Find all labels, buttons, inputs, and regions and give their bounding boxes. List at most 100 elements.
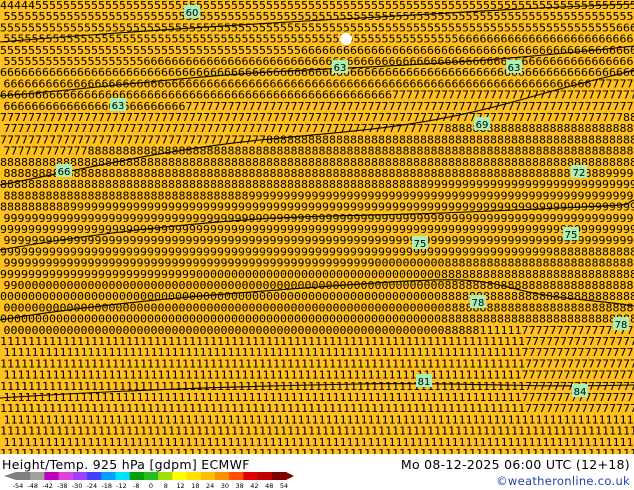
svg-text:66: 66 <box>58 167 71 178</box>
colorbar-box <box>200 472 216 480</box>
svg-text:75: 75 <box>414 239 427 250</box>
contour-label: 75 <box>563 227 579 241</box>
colorbar-tick-label: -54 <box>13 482 24 490</box>
digit-row: 0000000000000000000000000000000000000000… <box>4 302 634 314</box>
color-scale-tick-labels: -54 -48 -42 -38 -30 -24 -18 -12 -8 0 8 12 18 24 30 38 42… <box>13 482 288 490</box>
digit-row: 1111111111111111111111111111111111111111… <box>4 414 634 426</box>
colorbar-box <box>158 472 173 480</box>
digit-row: 9999999999999999999999999999999999999999… <box>4 235 634 247</box>
digit-row: 1111111111111111111111111111111111111111… <box>0 381 634 393</box>
digit-row: 9999999999999999999999999999999999999999… <box>0 246 634 258</box>
svg-text:78: 78 <box>472 298 485 309</box>
colorbar-tick-label: -24 <box>87 482 98 490</box>
digit-row: 0000000000000000000000000000000000000000… <box>0 291 634 303</box>
digit-row: 7777777777778888888888888888888888888888… <box>4 146 634 158</box>
colorbar-box <box>257 472 273 480</box>
footer-bar: Height/Temp. 925 hPa [gdpm] ECMWF Mo 08-… <box>0 454 634 490</box>
color-scale-legend: -54 -48 -42 -38 -30 -24 -18 -12 -8 0 8 12 18 24 30 38 42… <box>4 472 294 490</box>
contour-label: 69 <box>474 117 490 131</box>
colorbar-tick-label: 48 <box>265 482 273 490</box>
digit-row: 5555555555555555555566666666666666666666… <box>4 56 634 68</box>
colorbar-tick-label: -18 <box>101 482 112 490</box>
digit-row: 6666666666666666666666666666666666666666… <box>4 78 634 90</box>
digit-row: 8888888888999999999999999999999999999999… <box>0 202 634 214</box>
svg-text:78: 78 <box>615 320 628 331</box>
colorbar-box <box>243 472 259 480</box>
colorbar-box <box>115 472 131 480</box>
digit-row: 5555555555555555555555555555555555555555… <box>0 22 634 34</box>
colorbar-tick-label: 12 <box>176 482 184 490</box>
contour-label: 66 <box>56 164 72 178</box>
digit-row: 0000000000000000000000000000000000000000… <box>0 314 634 326</box>
colorbar-tick-label: 8 <box>164 482 168 490</box>
digit-row: 9999999999999999999999999999999999999999… <box>0 224 634 236</box>
contour-label: 78 <box>470 295 486 309</box>
valid-time: Mo 08-12-2025 06:00 UTC (12+18) <box>400 457 630 472</box>
digit-row: 7777777777777777777777777777777777777777… <box>4 123 634 135</box>
digit-row: 8888888888888888888888888888888888888888… <box>0 157 634 169</box>
digit-row: 7777777777777777777777777777777777777788… <box>0 134 634 146</box>
colorbar-box <box>129 472 145 480</box>
colorbar-box <box>44 472 60 480</box>
svg-text:81: 81 <box>418 377 431 388</box>
colorbar-tick-label: -48 <box>27 482 38 490</box>
credit-link[interactable]: ©weatheronline.co.uk <box>496 474 630 488</box>
contour-label: 63 <box>110 98 126 112</box>
svg-text:63: 63 <box>334 63 347 74</box>
colorbar-box <box>58 472 74 480</box>
digit-row: 6666666666666666666666666677777777777777… <box>4 101 634 113</box>
colorbar-tick-label: -8 <box>133 482 139 490</box>
digit-row: 1111111111111111111111111111111111111111… <box>0 403 634 415</box>
colorbar-tick-label: -38 <box>57 482 68 490</box>
contour-label: 75 <box>412 236 428 250</box>
digit-row: 0000000000000000000000000000000000000000… <box>4 325 634 337</box>
map-title: Height/Temp. 925 hPa [gdpm] ECMWF <box>2 457 250 472</box>
digit-row: 9999999999999999999999999999999999999999… <box>4 213 634 225</box>
digit-row: 7777777777777777777777777777777777777777… <box>0 112 634 124</box>
colorbar-tick-label: -12 <box>116 482 127 490</box>
colorbar-box <box>72 472 88 480</box>
digit-row: 5555555555555555555555555555555555555555… <box>4 11 634 23</box>
digit-row: 9999999999999999999999999999999999999999… <box>4 258 634 270</box>
contour-label: 78 <box>613 317 629 331</box>
colorbar-tick-label: -42 <box>42 482 53 490</box>
digit-row: 8888888888888888888888888888888888888888… <box>4 168 634 180</box>
digit-row: 1111111111111111111111111111111111111111… <box>0 336 634 348</box>
digit-row: 1111111111111111111111111111111111111111… <box>4 392 634 404</box>
colorbar-box <box>143 472 159 480</box>
digit-row: 6666666666666666666666666666666666666666… <box>0 90 634 102</box>
colorbar-tick-label: 42 <box>250 482 258 490</box>
colorbar-box <box>172 472 188 480</box>
digit-row: 1111111111111111111111111111111111111111… <box>0 426 634 438</box>
contour-label: 84 <box>572 384 588 398</box>
contour-label: 63 <box>506 60 522 74</box>
svg-text:63: 63 <box>508 63 521 74</box>
digit-row: 9999999999999999999999999999000000000000… <box>0 269 634 281</box>
colorbar-tick-label: 0 <box>149 482 153 490</box>
colorbar-box <box>16 472 31 480</box>
colorbar-box <box>229 472 244 480</box>
colorbar-tick-label: 54 <box>280 482 288 490</box>
svg-text:69: 69 <box>476 120 489 131</box>
colorbar-tick-label: 18 <box>191 482 199 490</box>
digit-row: 1111111111111111111111111111111111111111… <box>4 347 634 359</box>
digit-row: 4444455555555555555555555555555555555555… <box>0 0 634 12</box>
digit-row: 1111111111111111111111111111111111111111… <box>0 358 634 370</box>
digit-row: 1111111111111111111111111111111111111111… <box>4 437 634 449</box>
svg-text:63: 63 <box>112 101 125 112</box>
svg-text:75: 75 <box>565 230 578 241</box>
contour-label: 63 <box>332 60 348 74</box>
colorbar-left-arrow <box>4 472 16 480</box>
weather-map: 4444455555555555555555555555555555555555… <box>0 0 634 454</box>
colorbar-tick-label: 38 <box>236 482 244 490</box>
svg-text:72: 72 <box>573 168 586 179</box>
colorbar-box <box>271 472 287 480</box>
color-scale-boxes <box>4 472 294 480</box>
colorbar-tick-label: -30 <box>72 482 83 490</box>
contour-label: 72 <box>571 165 587 179</box>
colorbar-box <box>186 472 202 480</box>
svg-text:60: 60 <box>186 8 199 19</box>
digit-row: 8888888888888888888888888888888888899999… <box>4 190 634 202</box>
colorbar-box <box>101 472 116 480</box>
colorbar-right-arrow <box>286 472 294 480</box>
